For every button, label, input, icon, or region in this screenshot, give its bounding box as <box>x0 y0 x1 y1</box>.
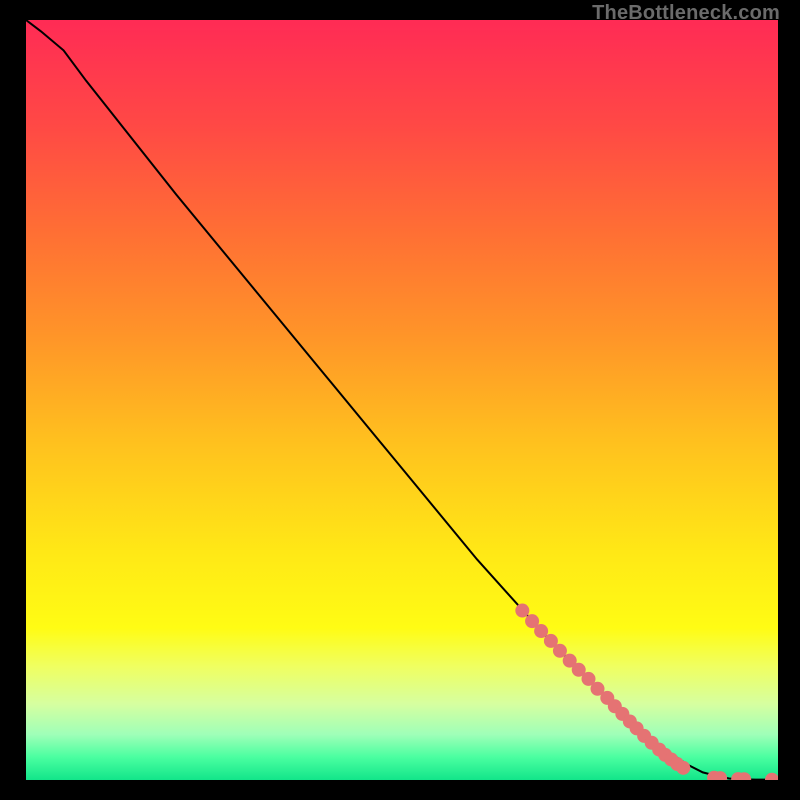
chart-stage: TheBottleneck.com <box>0 0 800 800</box>
plot-area <box>26 20 778 780</box>
data-dot <box>515 604 529 618</box>
watermark-text: TheBottleneck.com <box>592 2 780 25</box>
chart-svg <box>26 20 778 780</box>
gradient-background <box>26 20 778 780</box>
data-dot <box>676 761 690 775</box>
